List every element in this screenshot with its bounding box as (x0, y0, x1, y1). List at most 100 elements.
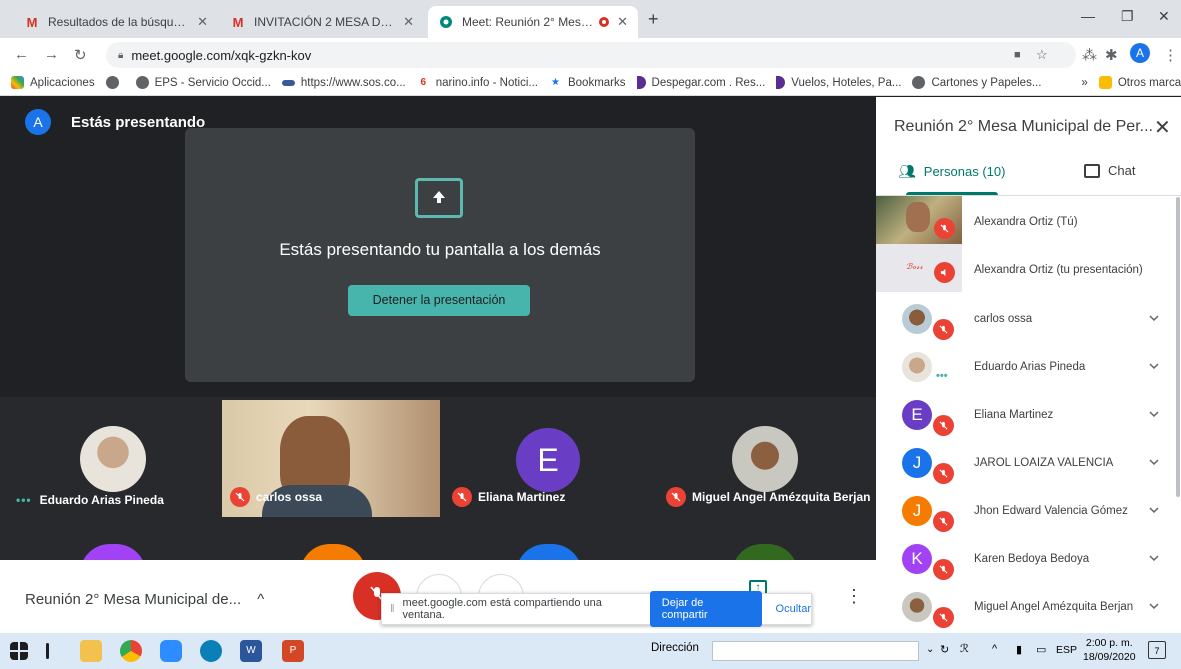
participant-name: carlos ossa (974, 313, 1033, 325)
apps-grid-icon (11, 76, 24, 89)
participant-row[interactable]: carlos ossa (876, 296, 1181, 344)
language-indicator[interactable]: ESP (1056, 644, 1077, 656)
bookmark-narino[interactable]: 6 narino.info - Notici... (417, 76, 538, 89)
participant-tile[interactable]: ••• Eduardo Arias Pineda (0, 400, 218, 517)
chevron-down-icon[interactable] (1148, 312, 1160, 324)
participant-row[interactable]: J JAROL LOAIZA VALENCIA (876, 440, 1181, 488)
panel-scrollbar[interactable] (1176, 197, 1180, 497)
tile-name: ••• Eduardo Arias Pineda (16, 493, 164, 507)
stop-presenting-button[interactable]: Detener la presentación (348, 285, 530, 316)
restore-button[interactable]: ❐ (1121, 8, 1134, 25)
refresh-icon[interactable]: ↻ (940, 643, 949, 656)
close-icon[interactable]: ✕ (1154, 115, 1171, 140)
new-tab-button[interactable]: + (648, 9, 659, 30)
participant-row[interactable]: J Jhon Edward Valencia Gómez (876, 488, 1181, 536)
bookmark-cartones[interactable]: Cartones y Papeles... (912, 76, 1041, 89)
volume-off-icon (934, 262, 955, 283)
share-notice-text: meet.google.com está compartiendo una ve… (402, 597, 602, 621)
bookmark-other[interactable]: Otros marcadores (1098, 76, 1181, 89)
participant-tile[interactable]: E Eliana Martinez (444, 400, 662, 517)
clock-date: 18/09/2020 (1083, 651, 1136, 663)
keyboard-tray-icon[interactable]: ▭ (1036, 643, 1046, 656)
participant-name: Alexandra Ortiz (Tú) (974, 216, 1078, 228)
powerpoint-icon[interactable]: P (282, 640, 304, 662)
chrome-icon[interactable] (120, 640, 142, 662)
chevron-down-icon[interactable] (1148, 600, 1160, 612)
participant-row[interactable]: Alexandra Ortiz (Tú) (876, 196, 1181, 244)
chevron-up-icon[interactable]: ^ (992, 643, 997, 655)
address-toolbar-input[interactable] (712, 641, 919, 661)
stop-sharing-button[interactable]: Dejar de compartir (649, 591, 762, 627)
participant-row[interactable]: E Eliana Martinez (876, 392, 1181, 440)
microphone-tray-icon[interactable]: ▮ (1016, 643, 1022, 656)
puzzle-icon[interactable]: ✱ (1105, 46, 1118, 64)
tab-chat[interactable]: Chat (1084, 163, 1135, 178)
participant-tile[interactable]: Miguel Angel Amézquita Berjan (660, 400, 878, 517)
menu-dots-icon[interactable]: ⋮ (1163, 46, 1178, 64)
tab-gmail-invitation[interactable]: M INVITACIÓN 2 MESA DE TRABAJO ✕ (220, 6, 424, 38)
bookmark-sos[interactable]: https://www.sos.co... (281, 77, 406, 89)
participant-row[interactable]: K Karen Bedoya Bedoya (876, 536, 1181, 584)
bookmark-apps[interactable]: Aplicaciones (11, 76, 95, 89)
panel-title: Reunión 2° Mesa Municipal de Per... (894, 118, 1153, 135)
meeting-controls-bar: Reunión 2° Mesa Municipal de... ^ ↑ ⋮ ‖ … (0, 560, 876, 633)
globe-icon (135, 76, 149, 89)
close-window-button[interactable]: ✕ (1158, 8, 1170, 25)
meeting-details-toggle[interactable]: Reunión 2° Mesa Municipal de... ^ (25, 591, 264, 608)
task-view-icon[interactable] (46, 643, 49, 659)
chevron-down-icon[interactable] (1148, 504, 1160, 516)
camera-icon[interactable]: ■ (1014, 49, 1021, 61)
notifications-icon[interactable]: 7 (1148, 641, 1166, 659)
participant-photo (902, 592, 932, 622)
tab-meet[interactable]: Meet: Reunión 2° Mesa Muni ✕ (428, 6, 638, 38)
bookmarks-bar: Aplicaciones EPS - Servicio Occid... htt… (0, 70, 1181, 96)
mic-off-icon (933, 511, 954, 532)
hide-button[interactable]: Ocultar (776, 603, 811, 615)
more-bookmarks-icon[interactable]: » (1081, 77, 1087, 89)
edge-icon[interactable] (200, 640, 222, 662)
bookmark-bookmarks[interactable]: ★ Bookmarks (549, 76, 626, 89)
reload-icon[interactable]: ↻ (74, 46, 87, 64)
close-icon[interactable]: ✕ (197, 14, 208, 30)
bookmark-vuelos[interactable]: Vuelos, Hoteles, Pa... (776, 76, 901, 89)
participant-photo (902, 352, 932, 382)
participant-video-tile[interactable]: carlos ossa (222, 400, 440, 517)
address-bar[interactable]: 🔒︎ meet.google.com/xqk-gzkn-kov ■ ☆ (106, 42, 1076, 68)
chevron-down-icon[interactable] (1148, 552, 1160, 564)
tab-people[interactable]: 👥︎ Personas (10) (898, 163, 1005, 180)
people-tray-icon[interactable]: ℛ (960, 642, 969, 655)
chevron-down-icon[interactable] (1148, 360, 1160, 372)
profile-avatar[interactable]: A (1130, 43, 1150, 63)
speaking-dots-icon: ••• (936, 370, 948, 382)
participant-row[interactable]: Miguel Angel Amézquita Berjan (876, 584, 1181, 632)
minimize-button[interactable]: — (1081, 8, 1095, 24)
tile-name: carlos ossa (230, 487, 322, 507)
drag-handle-icon[interactable]: ‖ (390, 603, 395, 615)
narino-icon: 6 (420, 77, 426, 88)
forward-arrow-icon[interactable]: → (44, 46, 59, 63)
back-arrow-icon[interactable]: ← (14, 46, 29, 63)
participant-name: Jhon Edward Valencia Gómez (974, 505, 1128, 517)
windows-start-icon[interactable] (10, 642, 28, 660)
url-text: meet.google.com/xqk-gzkn-kov (131, 47, 312, 63)
tab-gmail-search[interactable]: M Resultados de la búsqueda - alex ✕ (14, 6, 218, 38)
close-icon[interactable]: ✕ (403, 14, 414, 30)
chevron-down-icon[interactable] (1148, 408, 1160, 420)
bookmark-star-icon[interactable]: ☆ (1036, 47, 1048, 63)
extension-icon[interactable]: ⁂ (1082, 46, 1097, 64)
word-icon[interactable]: W (240, 640, 262, 662)
more-options-icon[interactable]: ⋮ (845, 586, 863, 607)
participant-row[interactable]: ••• Eduardo Arias Pineda (876, 344, 1181, 392)
people-panel: Reunión 2° Mesa Municipal de Per... ✕ 👥︎… (876, 97, 1181, 633)
participant-row[interactable]: ℬℴ𝓇𝓇 Alexandra Ortiz (tu presentación) (876, 244, 1181, 292)
file-explorer-icon[interactable] (80, 640, 102, 662)
chevron-down-icon[interactable] (1148, 456, 1160, 468)
chevron-down-icon[interactable]: ⌄ (926, 644, 934, 655)
close-icon[interactable]: ✕ (617, 14, 628, 30)
zoom-icon[interactable] (160, 640, 182, 662)
chevron-up-icon: ^ (257, 591, 265, 608)
bookmark-eps[interactable]: EPS - Servicio Occid... (135, 76, 271, 89)
taskbar-clock[interactable]: 2:00 p. m. 18/09/2020 (1083, 636, 1136, 664)
bookmark-despegar[interactable]: Despegar.com . Res... (636, 76, 765, 89)
bookmark-globe[interactable] (105, 76, 125, 89)
